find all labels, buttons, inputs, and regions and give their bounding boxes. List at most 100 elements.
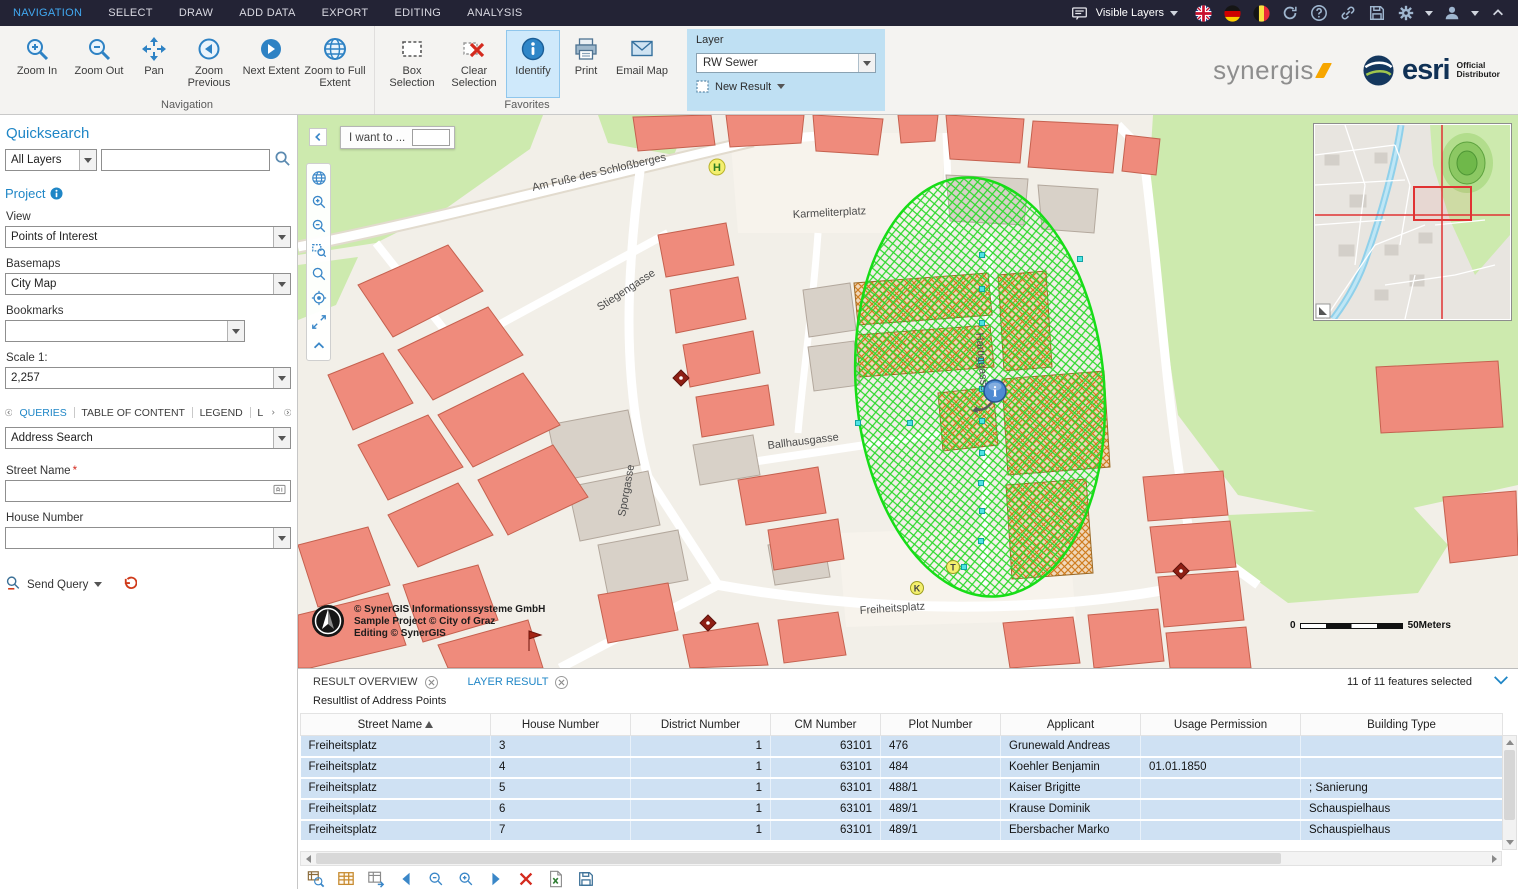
view-select[interactable]: Points of Interest bbox=[5, 226, 291, 248]
collapse-results-icon[interactable] bbox=[1492, 674, 1510, 690]
zoom-previous-button[interactable]: Zoom Previous bbox=[179, 30, 239, 98]
map-toolbar-collapse-button[interactable] bbox=[309, 128, 327, 146]
quicksearch-layer-select[interactable]: All Layers bbox=[5, 149, 97, 171]
map-zoom-window-icon[interactable] bbox=[308, 238, 329, 262]
horizontal-scrollbar[interactable] bbox=[300, 851, 1502, 866]
tabs-scroll-right-icon[interactable] bbox=[270, 407, 276, 418]
map-zoom-out-icon[interactable] bbox=[308, 214, 329, 238]
tab-layer-result[interactable]: LAYER RESULT bbox=[468, 676, 569, 689]
export-excel-icon[interactable] bbox=[546, 869, 566, 889]
close-icon[interactable] bbox=[425, 676, 438, 689]
map-zoom-in-icon[interactable] bbox=[308, 190, 329, 214]
next-extent-button[interactable]: Next Extent bbox=[241, 30, 301, 98]
zoom-to-results-icon[interactable] bbox=[306, 869, 326, 889]
basemap-select[interactable]: City Map bbox=[5, 273, 291, 295]
house-number-select[interactable] bbox=[5, 527, 291, 549]
flag-germany-icon[interactable] bbox=[1222, 3, 1242, 23]
remove-results-icon[interactable] bbox=[516, 869, 536, 889]
column-header-building[interactable]: Building Type bbox=[1301, 714, 1503, 736]
info-icon[interactable] bbox=[50, 187, 63, 200]
column-header-street[interactable]: Street Name bbox=[301, 714, 491, 736]
flag-belgium-icon[interactable] bbox=[1251, 3, 1271, 23]
flag-uk-icon[interactable] bbox=[1193, 3, 1213, 23]
menu-add-data[interactable]: ADD DATA bbox=[226, 0, 308, 26]
overview-map[interactable] bbox=[1313, 123, 1512, 321]
gear-icon[interactable] bbox=[1396, 3, 1416, 23]
zoom-next-result-icon[interactable] bbox=[456, 869, 476, 889]
gear-chevron-icon[interactable] bbox=[1425, 11, 1433, 16]
i-want-to-search[interactable]: I want to ... bbox=[340, 126, 455, 149]
layer-select-button[interactable] bbox=[858, 54, 875, 72]
collapse-ribbon-icon[interactable] bbox=[1488, 3, 1508, 23]
reset-query-icon[interactable] bbox=[122, 576, 137, 594]
new-result-control[interactable]: New Result bbox=[696, 80, 876, 93]
send-query-chevron-icon[interactable] bbox=[94, 582, 102, 587]
zoom-out-button[interactable]: Zoom Out bbox=[69, 30, 129, 98]
i-want-to-input[interactable] bbox=[412, 129, 450, 146]
scroll-left-icon[interactable] bbox=[301, 852, 315, 865]
map-center-icon[interactable] bbox=[308, 286, 329, 310]
pan-button[interactable]: Pan bbox=[131, 30, 177, 98]
save-results-icon[interactable] bbox=[576, 869, 596, 889]
table-row[interactable]: Freiheitsplatz3 163101 476Grunewald Andr… bbox=[301, 736, 1503, 757]
menu-editing[interactable]: EDITING bbox=[381, 0, 454, 26]
link-icon[interactable] bbox=[1338, 3, 1358, 23]
menu-draw[interactable]: DRAW bbox=[166, 0, 226, 26]
column-header-district[interactable]: District Number bbox=[631, 714, 771, 736]
visible-layers-button[interactable]: Visible Layers bbox=[1070, 3, 1178, 23]
clear-selection-button[interactable]: Clear Selection bbox=[444, 30, 504, 98]
column-header-applicant[interactable]: Applicant bbox=[1001, 714, 1141, 736]
next-result-icon[interactable] bbox=[486, 869, 506, 889]
map-expand-icon[interactable] bbox=[308, 310, 329, 334]
identify-button[interactable]: Identify bbox=[506, 30, 560, 98]
tab-result-overview[interactable]: RESULT OVERVIEW bbox=[313, 676, 438, 689]
input-helper-icon[interactable] bbox=[273, 484, 286, 498]
scroll-right-icon[interactable] bbox=[1487, 852, 1501, 865]
street-name-input[interactable] bbox=[5, 480, 291, 502]
email-map-button[interactable]: Email Map bbox=[612, 30, 672, 98]
print-button[interactable]: Print bbox=[562, 30, 610, 98]
zoom-in-button[interactable]: Zoom In bbox=[7, 30, 67, 98]
bookmarks-select[interactable] bbox=[5, 320, 245, 342]
map-collapse-up-icon[interactable] bbox=[308, 334, 329, 358]
tab-legend[interactable]: LEGEND bbox=[200, 407, 243, 419]
tab-truncated[interactable]: L bbox=[257, 407, 263, 419]
zoom-previous-result-icon[interactable] bbox=[426, 869, 446, 889]
previous-result-icon[interactable] bbox=[396, 869, 416, 889]
menu-navigation[interactable]: NAVIGATION bbox=[0, 0, 95, 26]
box-selection-button[interactable]: Box Selection bbox=[382, 30, 442, 98]
table-row[interactable]: Freiheitsplatz7 163101 489/1Ebersbacher … bbox=[301, 820, 1503, 841]
scroll-up-icon[interactable] bbox=[1503, 736, 1516, 749]
query-type-select[interactable]: Address Search bbox=[5, 427, 291, 449]
user-icon[interactable] bbox=[1442, 3, 1462, 23]
tabs-overflow-icon[interactable] bbox=[284, 406, 291, 419]
map-view[interactable]: Am Fuße des Schloßberges Karmeliterplatz… bbox=[298, 115, 1518, 668]
search-icon[interactable] bbox=[274, 150, 291, 170]
result-table-icon[interactable] bbox=[336, 869, 356, 889]
menu-export[interactable]: EXPORT bbox=[309, 0, 382, 26]
map-globe-icon[interactable] bbox=[308, 166, 329, 190]
table-row[interactable]: Freiheitsplatz6 163101 489/1Krause Domin… bbox=[301, 799, 1503, 820]
scale-select[interactable]: 2,257 bbox=[5, 367, 291, 389]
send-query-button[interactable]: Send Query bbox=[27, 579, 88, 591]
close-icon[interactable] bbox=[555, 676, 568, 689]
column-header-house[interactable]: House Number bbox=[491, 714, 631, 736]
tab-table-of-content[interactable]: TABLE OF CONTENT bbox=[81, 407, 185, 419]
menu-select[interactable]: SELECT bbox=[95, 0, 166, 26]
save-icon[interactable] bbox=[1367, 3, 1387, 23]
column-header-plot[interactable]: Plot Number bbox=[881, 714, 1001, 736]
help-icon[interactable] bbox=[1309, 3, 1329, 23]
column-header-cm[interactable]: CM Number bbox=[771, 714, 881, 736]
vertical-scrollbar[interactable] bbox=[1502, 735, 1517, 850]
scroll-down-icon[interactable] bbox=[1503, 836, 1516, 849]
table-row[interactable]: Freiheitsplatz5 163101 488/1Kaiser Brigi… bbox=[301, 778, 1503, 799]
column-header-usage[interactable]: Usage Permission bbox=[1141, 714, 1301, 736]
table-row[interactable]: Freiheitsplatz4 163101 484Koehler Benjam… bbox=[301, 757, 1503, 778]
scrollbar-thumb[interactable] bbox=[316, 853, 1281, 864]
quicksearch-input[interactable] bbox=[101, 149, 270, 171]
user-chevron-icon[interactable] bbox=[1471, 11, 1479, 16]
zoom-full-extent-button[interactable]: Zoom to Full Extent bbox=[303, 30, 367, 98]
map-zoom-extent-icon[interactable] bbox=[308, 262, 329, 286]
menu-analysis[interactable]: ANALYSIS bbox=[454, 0, 535, 26]
tab-queries[interactable]: QUERIES bbox=[19, 407, 66, 419]
